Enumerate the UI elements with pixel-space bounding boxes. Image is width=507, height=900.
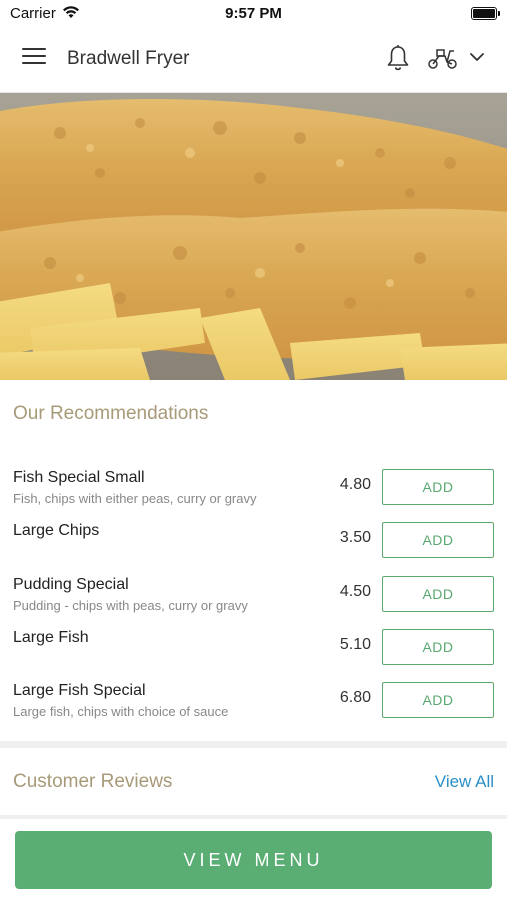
add-button[interactable]: ADD xyxy=(382,576,494,612)
add-button[interactable]: ADD xyxy=(382,469,494,505)
list-item: Fish Special Small Fish, chips with eith… xyxy=(0,469,507,522)
item-price: 6.80 xyxy=(339,689,371,706)
list-item: Pudding Special Pudding - chips with pea… xyxy=(0,576,507,629)
recommendations-title: Our Recommendations xyxy=(13,403,209,424)
item-name: Large Chips xyxy=(13,522,100,539)
reviews-title: Customer Reviews xyxy=(13,771,173,792)
list-item: Large Chips 3.50 ADD xyxy=(0,522,507,575)
menu-icon[interactable] xyxy=(22,48,46,68)
add-button[interactable]: ADD xyxy=(382,522,494,558)
scooter-icon[interactable] xyxy=(427,46,459,75)
list-item: Large Fish Special Large fish, chips wit… xyxy=(0,682,507,735)
chevron-down-icon[interactable] xyxy=(469,50,485,68)
item-description: Fish, chips with either peas, curry or g… xyxy=(13,491,257,506)
nav-bar: Bradwell Fryer xyxy=(0,28,507,93)
item-description: Pudding - chips with peas, curry or grav… xyxy=(13,598,248,613)
add-button[interactable]: ADD xyxy=(382,682,494,718)
item-name: Pudding Special xyxy=(13,576,129,593)
item-name: Fish Special Small xyxy=(13,469,145,486)
item-name: Large Fish Special xyxy=(13,682,146,699)
add-button[interactable]: ADD xyxy=(382,629,494,665)
page-title: Bradwell Fryer xyxy=(67,48,190,69)
view-menu-button[interactable]: VIEW MENU xyxy=(15,831,492,889)
bell-icon[interactable] xyxy=(385,44,411,77)
item-name: Large Fish xyxy=(13,629,89,646)
battery-icon xyxy=(471,7,500,20)
status-bar: Carrier 9:57 PM xyxy=(0,0,507,28)
list-item: Large Fish 5.10 ADD xyxy=(0,629,507,682)
item-price: 3.50 xyxy=(339,529,371,546)
view-all-link[interactable]: View All xyxy=(435,772,494,792)
status-time: 9:57 PM xyxy=(225,5,282,22)
hero-image xyxy=(0,93,507,380)
section-divider xyxy=(0,815,507,819)
section-divider xyxy=(0,741,507,748)
item-description: Large fish, chips with choice of sauce xyxy=(13,704,229,719)
item-price: 4.50 xyxy=(339,583,371,600)
item-price: 5.10 xyxy=(339,636,371,653)
item-price: 4.80 xyxy=(339,476,371,493)
